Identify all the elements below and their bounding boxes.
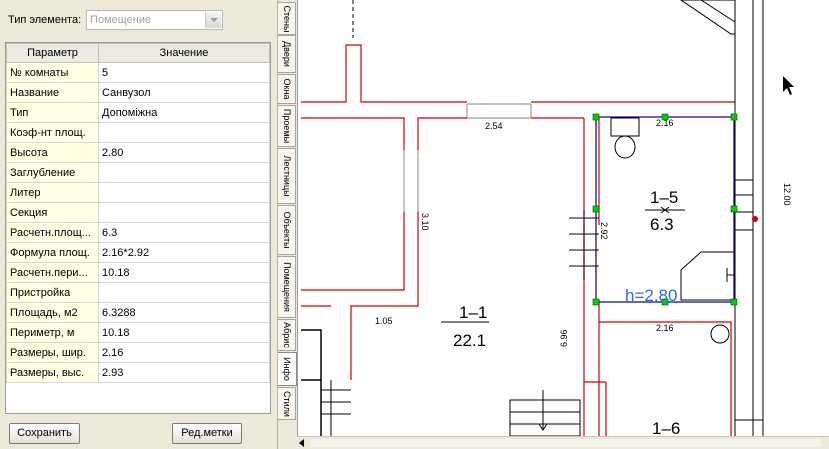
- dim-text: 2.16: [656, 323, 674, 333]
- dim-text: 3.10: [420, 213, 430, 231]
- tab-label: Стили: [282, 390, 292, 417]
- table-row[interactable]: Пристройка: [6, 282, 270, 303]
- dim-text: 2.54: [485, 121, 503, 131]
- room-area-label: 22.1: [453, 331, 486, 350]
- table-row[interactable]: Расчетн.пери... 10.18: [6, 262, 270, 283]
- parameter-cell: Площадь, м2: [6, 302, 99, 323]
- tab-7[interactable]: Помещения: [278, 256, 296, 318]
- tab-10[interactable]: Стили: [278, 387, 296, 420]
- parameter-cell: Размеры, выс.: [6, 362, 99, 383]
- vertical-tab-strip: Стены Двери Окна Проемы Лестницы Объекты Помещ…: [277, 0, 297, 449]
- tab-label: Двери: [282, 41, 292, 67]
- parameter-cell: Секция: [6, 202, 99, 223]
- table-row[interactable]: Литер: [6, 182, 270, 203]
- parameter-cell: Расчетн.пери...: [6, 262, 99, 283]
- room-id-label: 1–1: [459, 303, 487, 322]
- value-cell[interactable]: Санвузол: [98, 82, 270, 103]
- column-header-parameter[interactable]: Параметр: [6, 43, 99, 63]
- value-cell[interactable]: 2.16: [98, 342, 270, 363]
- save-button[interactable]: Сохранить: [9, 423, 80, 444]
- table-row[interactable]: Коэф-нт площ.: [6, 122, 270, 143]
- value-cell[interactable]: 2.16*2.92: [98, 242, 270, 263]
- table-row[interactable]: Расчетн.площ... 6.3: [6, 222, 270, 243]
- dim-text: 2.16: [656, 118, 674, 128]
- horizontal-scrollbar[interactable]: [297, 436, 829, 449]
- table-row[interactable]: Формула площ. 2.16*2.92: [6, 242, 270, 263]
- element-type-label: Тип элемента:: [8, 14, 82, 26]
- parameter-cell: Тип: [6, 102, 99, 123]
- value-cell[interactable]: [98, 182, 270, 203]
- table-row[interactable]: Тип Допоміжна: [6, 102, 270, 123]
- drawing-canvas[interactable]: 2.54 2.16 2.92 3.10 1.05 6.96 2.16 12.00…: [297, 0, 829, 436]
- room-area-label: 6.3: [650, 215, 674, 234]
- parameter-cell: Литер: [6, 182, 99, 203]
- parameter-cell: Формула площ.: [6, 242, 99, 263]
- tab-label: Лестницы: [282, 155, 292, 197]
- column-header-value[interactable]: Значение: [98, 43, 270, 63]
- table-row[interactable]: Периметр, м 10.18: [6, 322, 270, 343]
- value-cell[interactable]: Допоміжна: [98, 102, 270, 123]
- dim-text: 2.92: [599, 222, 609, 240]
- scroll-track[interactable]: [311, 439, 821, 447]
- table-row[interactable]: Высота 2.80: [6, 142, 270, 163]
- room-id-label: 1–5: [650, 188, 678, 207]
- value-cell[interactable]: 6.3: [98, 222, 270, 243]
- value-cell[interactable]: 10.18: [98, 322, 270, 343]
- tab-label: Инфо: [282, 357, 292, 381]
- parameter-cell: Пристройка: [6, 282, 99, 303]
- value-cell[interactable]: 2.80: [98, 142, 270, 163]
- parameter-cell: Периметр, м: [6, 322, 99, 343]
- mouse-cursor-icon: [783, 76, 794, 95]
- tab-6[interactable]: Объекты: [278, 205, 296, 255]
- value-cell[interactable]: 10.18: [98, 262, 270, 283]
- properties-panel: Тип элемента: Помещение Параметр Значени…: [0, 0, 277, 449]
- tab-5[interactable]: Лестницы: [278, 148, 296, 204]
- dim-text: 1.05: [375, 316, 393, 326]
- tab-9[interactable]: Инфо: [278, 352, 297, 386]
- tab-label: Окна: [282, 78, 292, 100]
- properties-grid[interactable]: Параметр Значение № комнаты 5 Название Санв…: [5, 42, 271, 414]
- value-cell[interactable]: [98, 122, 270, 143]
- tab-2[interactable]: Двери: [278, 35, 296, 73]
- value-cell[interactable]: [98, 282, 270, 303]
- value-cell[interactable]: [98, 202, 270, 223]
- parameter-cell: Размеры, шир.: [6, 342, 99, 363]
- chevron-down-icon[interactable]: [205, 12, 221, 28]
- floor-plan[interactable]: 2.54 2.16 2.92 3.10 1.05 6.96 2.16 12.00…: [298, 0, 829, 436]
- tab-label: Объекты: [282, 211, 292, 249]
- tab-label: Стены: [282, 5, 292, 32]
- room-id-label: 1–6: [652, 419, 680, 436]
- parameter-cell: Расчетн.площ...: [6, 222, 99, 243]
- table-row[interactable]: Секция: [6, 202, 270, 223]
- parameter-cell: Высота: [6, 142, 99, 163]
- table-row[interactable]: Размеры, выс. 2.93: [6, 362, 270, 383]
- parameter-cell: Название: [6, 82, 99, 103]
- table-row[interactable]: Площадь, м2 6.3288: [6, 302, 270, 323]
- value-cell[interactable]: 5: [98, 62, 270, 83]
- tab-1[interactable]: Стены: [278, 2, 296, 35]
- element-type-select[interactable]: Помещение: [86, 10, 223, 30]
- room-height-label: h=2.80: [625, 286, 677, 305]
- tab-8[interactable]: Абрис: [278, 319, 296, 351]
- table-row[interactable]: Размеры, шир. 2.16: [6, 342, 270, 363]
- tab-label: Помещения: [282, 262, 292, 312]
- dim-text: 12.00: [782, 183, 792, 206]
- table-row[interactable]: № комнаты 5: [6, 62, 270, 83]
- edit-labels-button[interactable]: Ред.метки: [172, 423, 242, 444]
- parameter-cell: № комнаты: [6, 62, 99, 83]
- dim-text: 6.96: [559, 329, 569, 347]
- table-row[interactable]: Заглубление: [6, 162, 270, 183]
- tab-3[interactable]: Окна: [278, 74, 296, 104]
- tab-label: Абрис: [282, 322, 292, 348]
- tab-4[interactable]: Проемы: [278, 105, 296, 147]
- value-cell[interactable]: 2.93: [98, 362, 270, 383]
- value-cell[interactable]: [98, 162, 270, 183]
- table-row[interactable]: Название Санвузол: [6, 82, 270, 103]
- parameter-cell: Заглубление: [6, 162, 99, 183]
- value-cell[interactable]: 6.3288: [98, 302, 270, 323]
- scroll-left-arrow-icon[interactable]: [299, 439, 304, 447]
- element-type-value: Помещение: [90, 14, 152, 26]
- parameter-cell: Коэф-нт площ.: [6, 122, 99, 143]
- tab-label: Проемы: [282, 108, 292, 144]
